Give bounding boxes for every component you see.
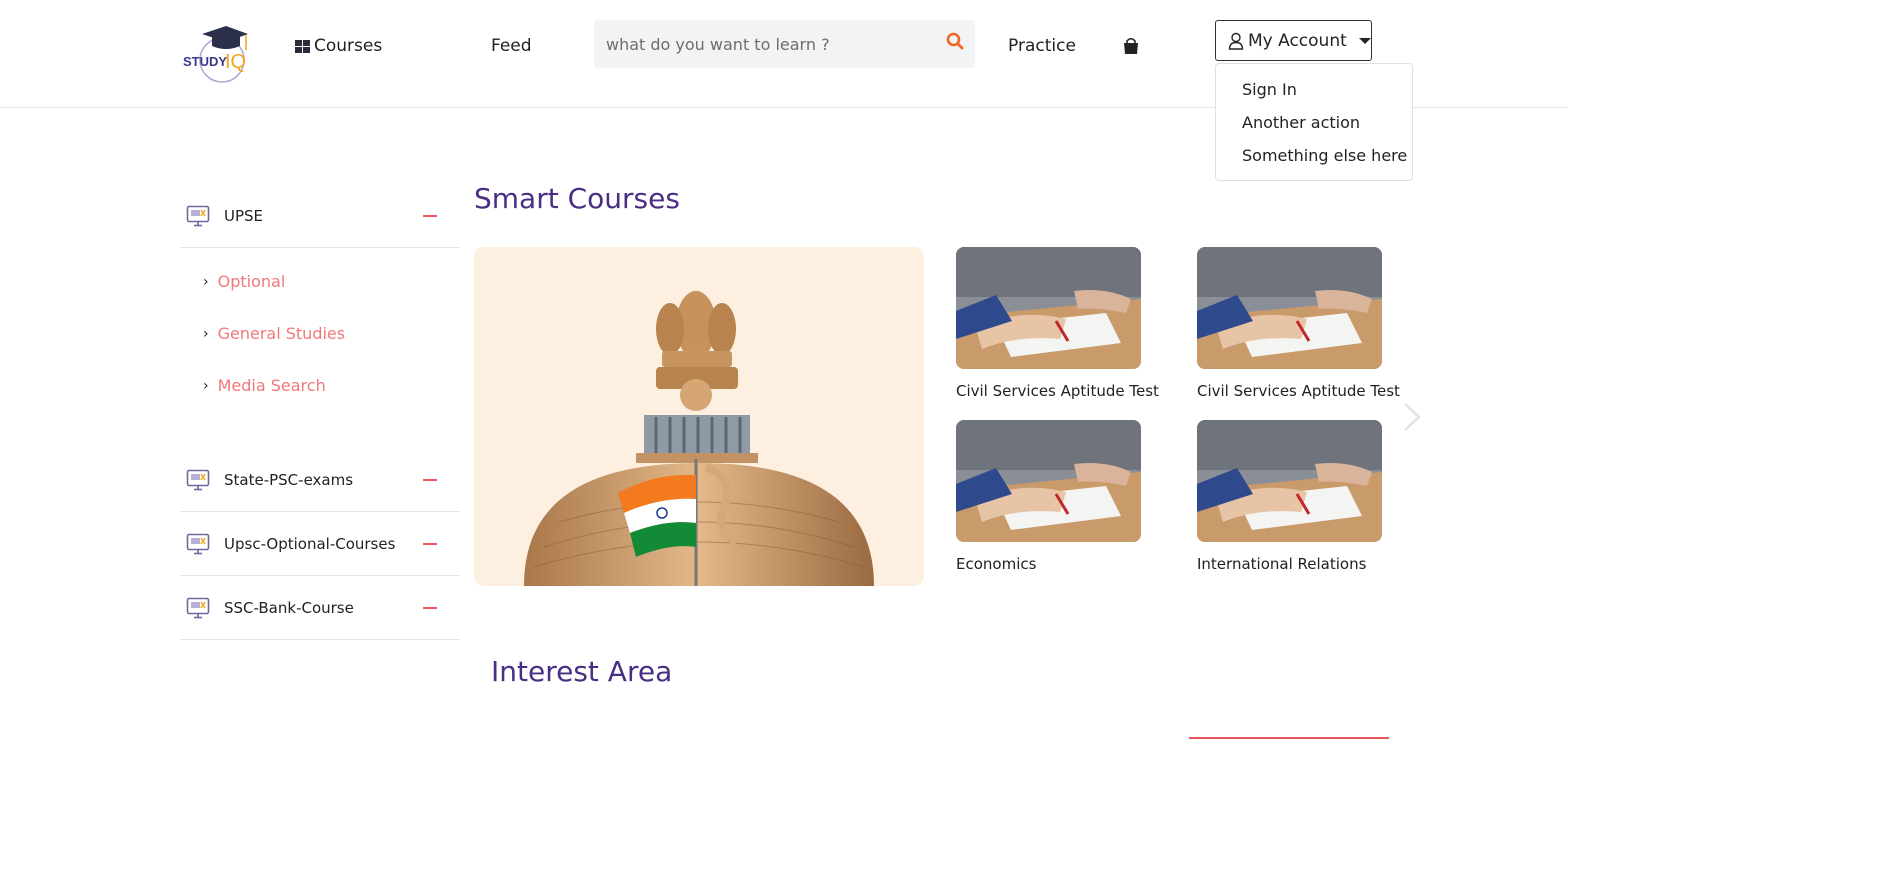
course-thumbnail-image: [1197, 420, 1382, 542]
svg-text:IQ: IQ: [225, 51, 246, 73]
monitor-course-icon: [186, 469, 210, 490]
sidebar-category-upsc-optional[interactable]: Upsc-Optional-Courses: [181, 512, 459, 576]
sidebar-category-upse[interactable]: UPSE: [181, 184, 459, 248]
nav-courses-label: Courses: [314, 36, 383, 56]
collapse-minus-icon[interactable]: [423, 478, 437, 481]
course-thumbnail-image: [956, 247, 1141, 369]
menu-item-another-action[interactable]: Another action: [1216, 111, 1412, 144]
sidebar-subitem-label: General Studies: [217, 324, 346, 343]
sidebar-category-state-psc[interactable]: State-PSC-exams: [181, 448, 459, 512]
my-account-button[interactable]: My Account: [1215, 20, 1372, 61]
monitor-course-icon: [186, 597, 210, 618]
monitor-course-icon: [186, 205, 210, 226]
next-arrow-icon[interactable]: [1400, 400, 1424, 434]
collapse-minus-icon[interactable]: [423, 214, 437, 217]
search-input[interactable]: [594, 20, 934, 68]
chevron-right-icon: ›: [203, 377, 209, 394]
sidebar-subitem-label: Optional: [217, 272, 286, 291]
studyiq-logo[interactable]: STUDY IQ: [182, 22, 254, 86]
caret-down-icon: [1358, 37, 1371, 44]
search-icon[interactable]: [946, 32, 964, 50]
sidebar-category-label: UPSE: [224, 206, 264, 225]
parliament-dome-illustration: [474, 247, 924, 586]
collapse-minus-icon[interactable]: [423, 542, 437, 545]
sidebar-category-label: State-PSC-exams: [224, 470, 354, 489]
nav-courses[interactable]: Courses: [295, 36, 382, 56]
sidebar-category-ssc-bank[interactable]: SSC-Bank-Course: [181, 576, 459, 640]
my-account-label: My Account: [1248, 30, 1347, 51]
collapse-minus-icon[interactable]: [423, 606, 437, 609]
tab-indicator-line: [1189, 737, 1389, 739]
monitor-course-icon: [186, 533, 210, 554]
course-thumbnail-image: [956, 420, 1141, 542]
course-card[interactable]: Economics: [956, 420, 1146, 573]
course-card[interactable]: Civil Services Aptitude Test: [1197, 247, 1400, 400]
grid-icon: [295, 39, 311, 53]
course-card[interactable]: Civil Services Aptitude Test: [956, 247, 1159, 400]
shopping-bag-icon[interactable]: [1122, 37, 1140, 55]
course-card-title: International Relations: [1197, 555, 1367, 573]
interest-area-heading: Interest Area: [491, 655, 673, 688]
account-dropdown-menu: Sign In Another action Something else he…: [1215, 63, 1413, 181]
nav-feed[interactable]: Feed: [491, 36, 532, 56]
sidebar-category-label: Upsc-Optional-Courses: [224, 534, 396, 553]
user-icon: [1228, 32, 1244, 50]
svg-text:STUDY: STUDY: [183, 54, 227, 69]
sidebar-subitem-label: Media Search: [217, 376, 326, 395]
nav-practice[interactable]: Practice: [1008, 36, 1076, 56]
search-box: [594, 20, 975, 68]
course-thumbnail-image: [1197, 247, 1382, 369]
chevron-right-icon: ›: [203, 325, 209, 342]
menu-item-sign-in[interactable]: Sign In: [1216, 78, 1412, 111]
course-card-title: Economics: [956, 555, 1037, 573]
course-card[interactable]: International Relations: [1197, 420, 1387, 573]
menu-item-something-else[interactable]: Something else here: [1216, 144, 1412, 177]
smart-courses-heading: Smart Courses: [474, 182, 680, 215]
sidebar-subitem-general-studies[interactable]: › General Studies: [203, 324, 345, 343]
sidebar-category-label: SSC-Bank-Course: [224, 598, 354, 617]
course-card-title: Civil Services Aptitude Test: [1197, 382, 1400, 400]
chevron-right-icon: ›: [203, 273, 209, 290]
hero-banner-image[interactable]: [474, 247, 924, 586]
course-card-title: Civil Services Aptitude Test: [956, 382, 1159, 400]
sidebar-subitem-optional[interactable]: › Optional: [203, 272, 285, 291]
sidebar-subitem-media-search[interactable]: › Media Search: [203, 376, 326, 395]
